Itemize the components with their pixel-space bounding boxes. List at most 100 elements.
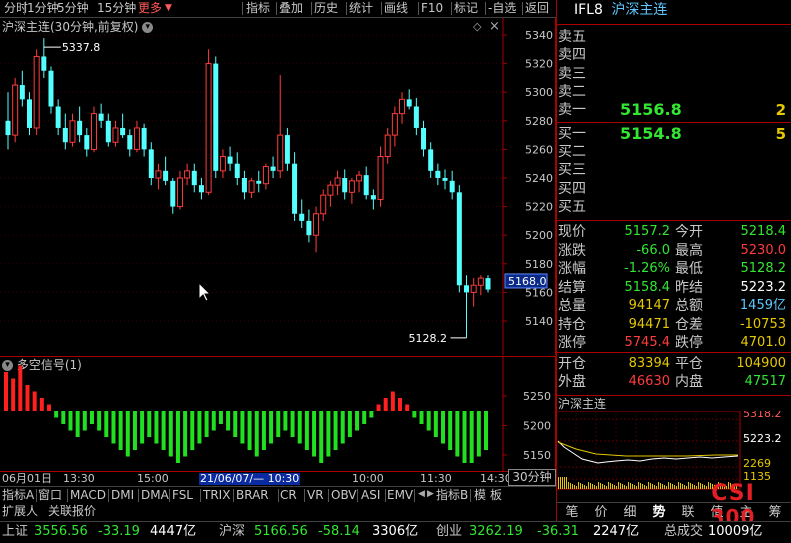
signal-bar [433,411,438,437]
mini-volume-bar [688,482,689,489]
toolbar-item-1[interactable]: 1分钟 [27,0,59,17]
toolbar-item-2[interactable]: 5分钟 [57,0,89,17]
signal-bar [140,411,145,444]
toolbar-item-8[interactable]: 统计 [349,0,373,17]
toolbar-item-12[interactable]: -自选 [488,0,516,17]
indicator-tab-5[interactable]: FSL [172,488,193,503]
mini-volume-bar [598,482,599,489]
indicator-tab-6[interactable]: TRIX [203,488,230,503]
indicator-tab-1[interactable]: 窗口 [38,488,62,503]
mini-volume-bar [590,483,591,489]
indicator-tab-16[interactable]: 板 [490,488,502,503]
period-box[interactable]: 30分钟 [508,469,556,486]
candlestick-chart[interactable]: 5340532053005280526052405220520051805160… [0,18,556,355]
candle-body [306,220,312,236]
candle-body [313,213,320,236]
y-tick-label: 5200 [525,229,553,242]
indicator-tab-11[interactable]: ASI [361,488,380,503]
quote-tab-1[interactable]: 价 [589,504,613,521]
signal-bar [161,411,166,450]
mini-volume-bar [586,486,587,489]
mouse-cursor-icon [198,281,212,302]
toolbar-item-6[interactable]: 叠加 [279,0,303,17]
max-price-label: 5337.8 [62,41,100,54]
indicator-tab-14[interactable]: 指标B [436,488,468,503]
time-axis: 06月01日 13:30 15:00 21/06/07/— 10:30 10:00 11:… [0,471,556,487]
candle-body [12,84,19,136]
signal-bar [39,398,44,411]
indicator-tab-9[interactable]: VR [307,488,324,503]
toolbar-item-10[interactable]: F10 [421,0,443,17]
indicator-tab-7[interactable]: BRAR [236,488,269,503]
tab-separator [138,489,139,502]
sub-tab-extend[interactable]: 扩展人 [2,503,38,520]
indicator-tab-12[interactable]: EMV [387,488,413,503]
quote-tab-7[interactable]: 筹 [763,504,787,521]
signal-bar [97,411,102,431]
mini-volume-bar [646,486,647,489]
stat-label: 涨幅 [558,261,586,277]
indicator-tab-15[interactable]: 模 [474,488,486,503]
indicator-tab-8[interactable]: CR [280,488,297,503]
signal-bar [197,411,202,444]
signal-bar-chart[interactable]: 5250 5200 5150 [0,356,556,471]
y-tick-label: 5260 [525,143,553,156]
signal-bar [75,411,80,437]
toolbar-item-13[interactable]: 返回 [525,0,549,17]
toolbar-separator [24,2,25,15]
quote-tab-4[interactable]: 联 [676,504,700,521]
toolbar-item-5[interactable]: 指标 [246,0,270,17]
signal-bar [297,411,302,444]
indicator-tab-3[interactable]: DMI [111,488,134,503]
mini-volume-bar [588,482,589,489]
toolbar-item-4[interactable]: 更多 [138,0,162,17]
index-change: -36.31 [537,524,579,539]
toolbar-item-9[interactable]: 画线 [384,0,408,17]
index-name[interactable]: 沪深 [219,523,245,541]
candle-body [284,135,290,164]
current-price-marker: 5168.0 [508,275,547,288]
mini-volume-bar [660,483,661,489]
mini-volume-bar [634,485,635,489]
quote-tab-3[interactable]: 势 [647,504,671,521]
tab-scroll-arrow-icon[interactable]: ◀ [418,489,425,499]
indicator-tab-4[interactable]: DMA [141,488,169,503]
sub-tab-related[interactable]: 关联报价 [48,503,96,520]
indicator-tab-2[interactable]: MACD [70,488,106,503]
candle-body [370,195,376,200]
stat-value: 5223.2 [740,279,787,295]
quote-tab-0[interactable]: 笔 [560,504,584,521]
indicator-tab-10[interactable]: OBV [331,488,357,503]
toolbar-item-3[interactable]: 15分钟 [97,0,136,17]
quote-tab-2[interactable]: 细 [618,504,642,521]
mini-volume-bar [572,484,573,489]
indicator-tab-0[interactable]: 指标A [2,488,34,503]
more-chevron-icon[interactable]: ▼ [165,0,172,17]
candle-body [176,177,183,208]
book-price[interactable]: 5156.8 [620,101,682,119]
candle-body [334,177,341,186]
tab-separator [357,489,358,502]
mini-volume-bar [622,484,623,489]
signal-bar [347,411,352,437]
mini-volume-bar [692,484,693,489]
candle-body [141,127,147,150]
toolbar-item-7[interactable]: 历史 [314,0,338,17]
stat-label: 仓差 [675,316,703,333]
book-label: 卖二 [558,84,586,100]
signal-bar [118,411,123,450]
index-name[interactable]: 上证 [2,523,28,541]
index-amount: 3306亿 [372,524,419,539]
candle-body [406,99,412,107]
stat-label: 最高 [675,242,703,259]
stat-label: 平仓 [675,356,703,372]
tab-scroll-arrow-icon[interactable]: ▶ [427,489,434,499]
toolbar-item-11[interactable]: 标记 [454,0,478,17]
candle-body [26,99,32,128]
mini-volume-bar [650,483,651,489]
signal-bar [283,411,288,431]
signal-bar [426,411,431,431]
book-price[interactable]: 5154.8 [620,125,682,143]
candle-body [413,106,419,128]
index-name[interactable]: 创业 [436,523,462,541]
